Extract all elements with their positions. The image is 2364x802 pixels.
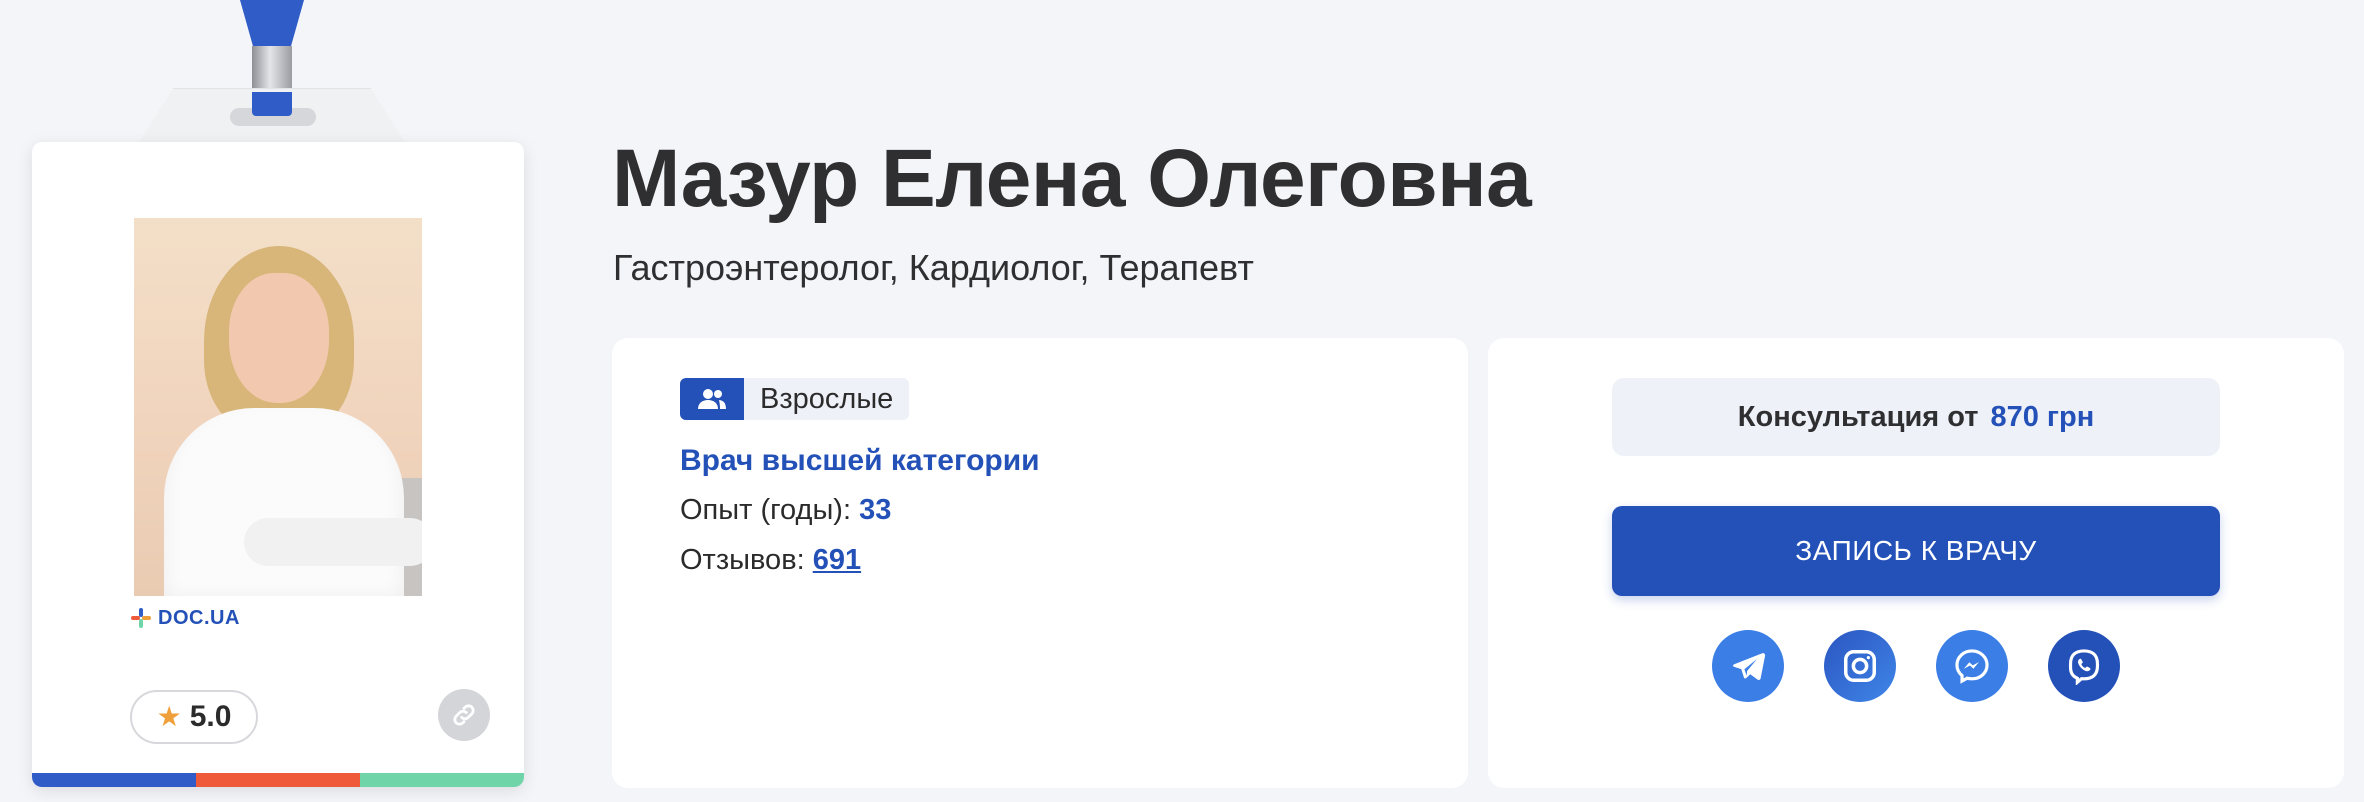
book-appointment-button[interactable]: ЗАПИСЬ К ВРАЧУ [1612,506,2220,596]
reviews-label: Отзывов: [680,544,805,576]
copy-link-button[interactable] [438,689,490,741]
doctor-badge-card: DOC.UA ★ 5.0 [32,142,524,787]
rating-value: 5.0 [189,700,232,733]
users-icon [680,378,744,420]
viber-button[interactable] [2048,630,2120,702]
consultation-price: Консультация от 870 грн [1612,378,2220,456]
telegram-button[interactable] [1712,630,1784,702]
badge-stripe [32,773,196,787]
experience-value: 33 [859,494,892,526]
experience-row: Опыт (годы): 33 [680,494,891,527]
doctor-info-panel: Взрослые Врач высшей категории Опыт (год… [612,338,1468,788]
messenger-icon [1955,649,1989,684]
brand-name: DOC.UA [158,606,240,629]
doctor-photo [134,218,422,596]
price-label: Консультация от [1737,400,1979,433]
reviews-row: Отзывов: 691 [680,544,861,577]
lanyard-strap [240,0,304,50]
star-icon: ★ [156,701,182,732]
docua-logo-icon [131,608,151,628]
viber-icon [2068,649,2100,685]
messenger-button[interactable] [1936,630,2008,702]
age-group-label: Взрослые [760,382,894,415]
experience-label: Опыт (годы): [680,494,852,526]
badge-clip-end [252,92,292,116]
doctor-specialties: Гастроэнтеролог, Кардиолог, Терапевт [613,247,1254,288]
link-icon [453,704,475,726]
brand-logo: DOC.UA [130,605,240,631]
reviews-link[interactable]: 691 [813,544,861,576]
price-value: 870 грн [1990,400,2095,433]
share-buttons [1712,630,2122,702]
badge-stripe [360,773,524,787]
instagram-button[interactable] [1824,630,1896,702]
badge-stripe [196,773,360,787]
booking-panel: Консультация от 870 грн ЗАПИСЬ К ВРАЧУ [1488,338,2344,788]
telegram-icon [1733,653,1766,680]
doctor-category: Врач высшей категории [680,444,1040,477]
rating-badge[interactable]: ★ 5.0 [130,690,258,744]
doctor-name: Мазур Елена Олеговна [612,133,1532,224]
instagram-icon [1844,650,1876,682]
age-group-tag: Взрослые [680,378,910,420]
